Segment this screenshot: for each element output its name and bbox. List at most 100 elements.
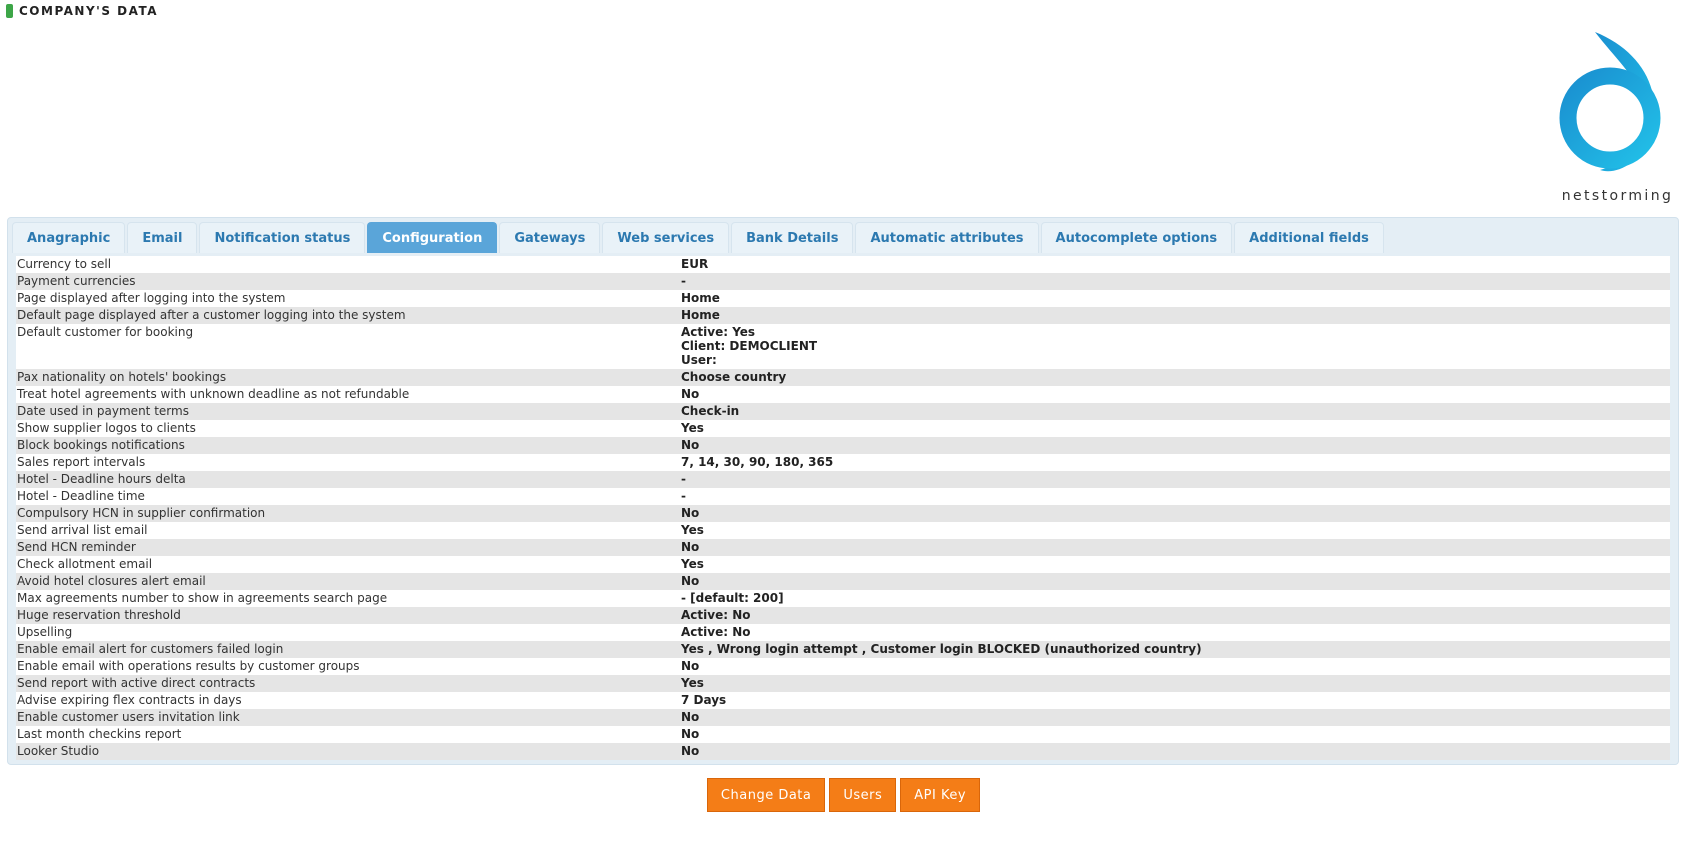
table-row: Sales report intervals 7, 14, 30, 90, 180… [16, 454, 1670, 471]
setting-value: No [681, 540, 700, 554]
setting-label: Enable email alert for customers failed … [17, 642, 284, 656]
table-row: Block bookings notifications No [16, 437, 1670, 454]
table-row: Send arrival list email Yes [16, 522, 1670, 539]
table-row: Send report with active direct contracts… [16, 675, 1670, 692]
setting-value: Yes [681, 421, 704, 435]
table-row: Upselling Active: No [16, 624, 1670, 641]
netstorming-logo-icon [1559, 32, 1661, 172]
setting-label: Avoid hotel closures alert email [17, 574, 206, 588]
tab-notification-status[interactable]: Notification status [199, 222, 366, 253]
setting-label: Page displayed after logging into the sy… [17, 291, 286, 305]
setting-label: Check allotment email [17, 557, 153, 571]
setting-value: Choose country [681, 370, 787, 384]
setting-value: Yes [681, 523, 704, 537]
table-row: Check allotment email Yes [16, 556, 1670, 573]
table-row: Hotel - Deadline time - [16, 488, 1670, 505]
table-row: Last month checkins report No [16, 726, 1670, 743]
setting-label: Advise expiring flex contracts in days [17, 693, 242, 707]
setting-value: - [681, 472, 686, 486]
table-row: Treat hotel agreements with unknown dead… [16, 386, 1670, 403]
table-row: Page displayed after logging into the sy… [16, 290, 1670, 307]
setting-value: Active: No [681, 608, 751, 622]
setting-value: Yes [681, 676, 704, 690]
setting-value: No [681, 727, 700, 741]
setting-value: Yes , Wrong login attempt , Customer log… [681, 642, 1202, 656]
tab-autocomplete-options[interactable]: Autocomplete options [1040, 222, 1233, 253]
company-logo: netstorming [1555, 30, 1680, 215]
page-heading: COMPANY'S DATA [6, 4, 158, 18]
table-row: Max agreements number to show in agreeme… [16, 590, 1670, 607]
setting-label: Last month checkins report [17, 727, 182, 741]
setting-value: No [681, 710, 700, 724]
page-title: COMPANY'S DATA [19, 4, 159, 18]
setting-value: Active: Yes Client: DEMOCLIENT User: [681, 325, 818, 367]
table-row: Currency to sell EUR [16, 256, 1670, 273]
setting-value: Active: No [681, 625, 751, 639]
setting-label: Enable customer users invitation link [17, 710, 240, 724]
setting-value: EUR [681, 257, 709, 271]
setting-label: Max agreements number to show in agreeme… [17, 591, 388, 605]
setting-value: No [681, 659, 700, 673]
table-row: Default customer for booking Active: Yes … [16, 324, 1670, 369]
tab-gateways[interactable]: Gateways [499, 222, 601, 253]
table-row: Looker Studio No [16, 743, 1670, 760]
tab-automatic-attributes[interactable]: Automatic attributes [855, 222, 1039, 253]
setting-label: Sales report intervals [17, 455, 146, 469]
tab-bar: Anagraphic Email Notification status Config… [12, 222, 1386, 254]
table-row: Send HCN reminder No [16, 539, 1670, 556]
tab-anagraphic[interactable]: Anagraphic [12, 222, 126, 253]
setting-label: Show supplier logos to clients [17, 421, 196, 435]
setting-label: Hotel - Deadline hours delta [17, 472, 186, 486]
table-row: Huge reservation threshold Active: No [16, 607, 1670, 624]
setting-label: Looker Studio [17, 744, 100, 758]
setting-value: 7, 14, 30, 90, 180, 365 [681, 455, 834, 469]
tab-web-services[interactable]: Web services [602, 222, 730, 253]
setting-value: No [681, 387, 700, 401]
setting-value: Yes [681, 557, 704, 571]
setting-label: Send report with active direct contracts [17, 676, 256, 690]
setting-label: Pax nationality on hotels' bookings [17, 370, 227, 384]
logo-wordmark: netstorming [1561, 188, 1674, 204]
setting-label: Default customer for booking [17, 325, 194, 339]
setting-value: No [681, 506, 700, 520]
setting-value: Check-in [681, 404, 740, 418]
setting-label: Enable email with operations results by … [17, 659, 360, 673]
setting-label: Currency to sell [17, 257, 112, 271]
setting-label: Block bookings notifications [17, 438, 185, 452]
setting-label: Date used in payment terms [17, 404, 189, 418]
table-row: Enable customer users invitation link No [16, 709, 1670, 726]
change-data-button[interactable]: Change Data [706, 778, 826, 812]
setting-label: Huge reservation threshold [17, 608, 181, 622]
tab-email[interactable]: Email [127, 222, 198, 253]
setting-label: Send HCN reminder [17, 540, 136, 554]
table-row: Hotel - Deadline hours delta - [16, 471, 1670, 488]
setting-value: - [681, 274, 686, 288]
setting-label: Hotel - Deadline time [17, 489, 145, 503]
company-config-panel: Anagraphic Email Notification status Config… [7, 217, 1679, 765]
table-row: Compulsory HCN in supplier confirmation N… [16, 505, 1670, 522]
table-row: Date used in payment terms Check-in [16, 403, 1670, 420]
table-row: Payment currencies - [16, 273, 1670, 290]
setting-value: - [default: 200] [681, 591, 784, 605]
setting-label: Default page displayed after a customer … [17, 308, 406, 322]
tab-configuration[interactable]: Configuration [367, 222, 498, 253]
configuration-table: Currency to sell EUR Payment currencies - Pa… [16, 256, 1670, 760]
setting-value: No [681, 744, 700, 758]
table-row: Default page displayed after a customer … [16, 307, 1670, 324]
setting-label: Send arrival list email [17, 523, 148, 537]
users-button[interactable]: Users [829, 778, 897, 812]
setting-value: No [681, 574, 700, 588]
tab-bank-details[interactable]: Bank Details [731, 222, 854, 253]
table-row: Show supplier logos to clients Yes [16, 420, 1670, 437]
table-row: Enable email alert for customers failed … [16, 641, 1670, 658]
setting-value: Home [681, 291, 720, 305]
table-row: Enable email with operations results by … [16, 658, 1670, 675]
api-key-button[interactable]: API Key [900, 778, 981, 812]
heading-marker-icon [6, 4, 13, 18]
tab-additional-fields[interactable]: Additional fields [1234, 222, 1384, 253]
setting-value: No [681, 438, 700, 452]
setting-value: Home [681, 308, 720, 322]
table-row: Avoid hotel closures alert email No [16, 573, 1670, 590]
table-row: Pax nationality on hotels' bookings Choos… [16, 369, 1670, 386]
table-row: Advise expiring flex contracts in days 7 … [16, 692, 1670, 709]
